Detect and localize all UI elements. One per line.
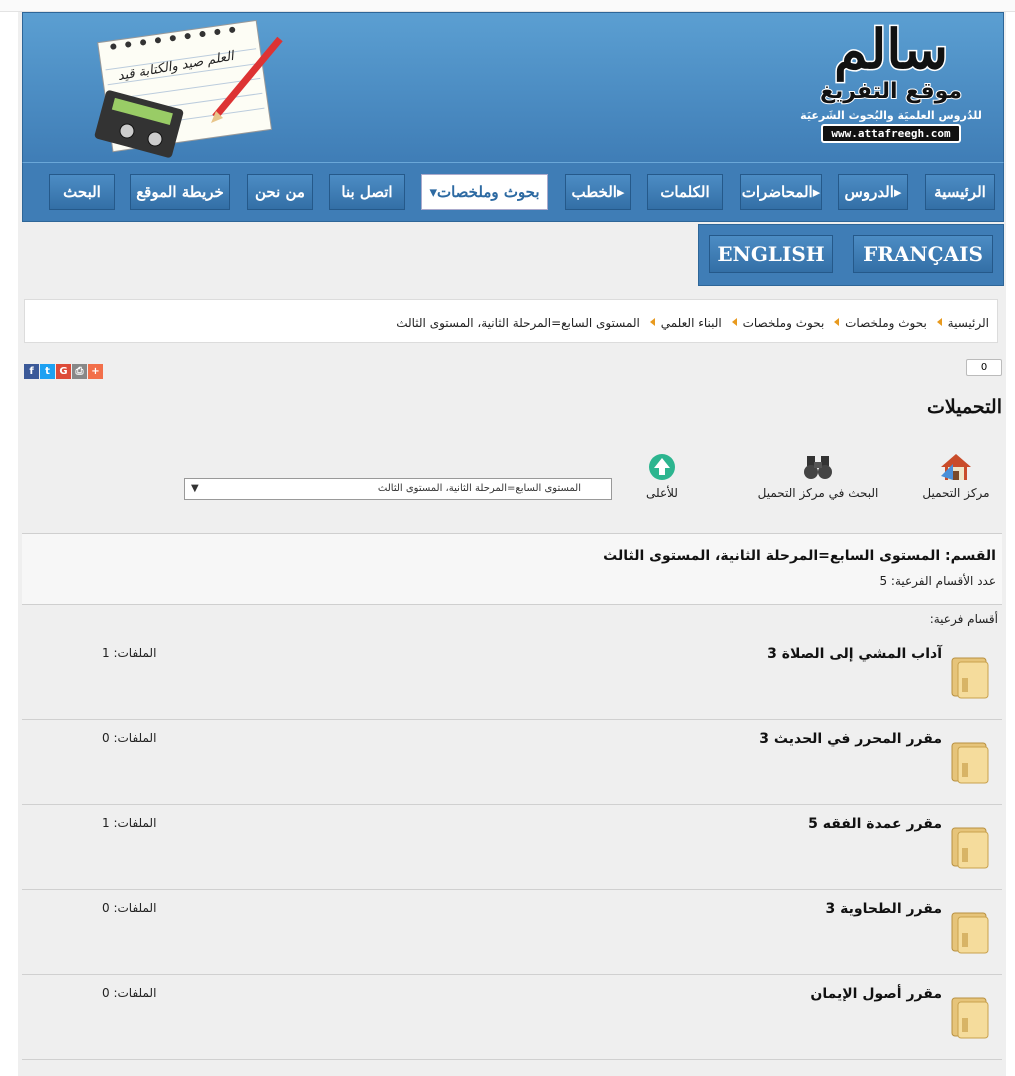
notepad-illustration: العلم صيد والكتابة قيد: [85, 19, 285, 159]
add-share-icon[interactable]: +: [88, 364, 103, 379]
browser-top-strip: [0, 0, 1015, 12]
back-to-top-link[interactable]: للأعلى: [632, 452, 692, 500]
folder-icon: [948, 737, 992, 785]
nav-home[interactable]: الرئيسية: [925, 174, 995, 210]
subsections-label: أقسام فرعية:: [929, 612, 998, 626]
list-item[interactable]: مقرر الطحاوية 3 الملفات: 0: [22, 889, 1002, 975]
page-title: التحميلات: [926, 396, 1002, 418]
nav-words[interactable]: الكلمات: [647, 174, 723, 210]
twitter-icon[interactable]: t: [40, 364, 55, 379]
print-icon[interactable]: ⎙: [72, 364, 87, 379]
site-logo[interactable]: سالم موقع التفريغ للدُروس العلميَة والبُ…: [783, 17, 999, 161]
breadcrumb-home[interactable]: الرئيسية: [948, 316, 989, 330]
logo-title: موقع التفريغ: [819, 78, 963, 105]
page-container: العلم صيد والكتابة قيد سالم موقع التفريغ…: [18, 12, 1006, 1076]
folder-icon: [948, 992, 992, 1040]
share-counter: 0: [966, 359, 1002, 376]
binoculars-icon: [748, 452, 888, 486]
subsection-name[interactable]: مقرر عمدة الفقه 5: [808, 816, 942, 832]
nav-sitemap[interactable]: خريطة الموقع: [130, 174, 230, 210]
files-count: الملفات: 0: [102, 731, 157, 745]
breadcrumb-separator-icon: [936, 318, 942, 326]
subsection-count: عدد الأقسام الفرعية: 5: [879, 574, 996, 588]
breadcrumb-separator-icon: [649, 318, 655, 326]
lang-french[interactable]: FRANÇAIS: [853, 235, 993, 273]
breadcrumb-current: المستوى السابع=المرحلة الثانية، المستوى …: [396, 316, 640, 330]
search-center-link[interactable]: البحث في مركز التحميل: [748, 452, 888, 500]
category-name: القسم: المستوى السابع=المرحلة الثانية، ا…: [603, 548, 996, 564]
lang-english[interactable]: ENGLISH: [709, 235, 833, 273]
breadcrumb: الرئيسية بحوث وملخصات بحوث وملخصات البنا…: [24, 299, 998, 343]
list-item[interactable]: مقرر عمدة الفقه 5 الملفات: 1: [22, 804, 1002, 890]
files-count: الملفات: 1: [102, 646, 157, 660]
arrow-up-icon: [632, 452, 692, 486]
nav-research[interactable]: بحوث وملخصات▾: [421, 174, 548, 210]
logo-tagline: للدُروس العلميَة والبُحوث الشَرعيَة: [800, 109, 982, 122]
folder-icon: [948, 652, 992, 700]
files-count: الملفات: 1: [102, 816, 157, 830]
files-count: الملفات: 0: [102, 986, 157, 1000]
breadcrumb-separator-icon: [834, 318, 840, 326]
dropdown-arrow-icon: ▼: [191, 483, 199, 494]
facebook-icon[interactable]: f: [24, 364, 39, 379]
logo-wordmark: سالم: [832, 17, 949, 81]
files-count: الملفات: 0: [102, 901, 157, 915]
breadcrumb-scientific[interactable]: البناء العلمي: [661, 316, 722, 330]
nav-sermons[interactable]: ▸الخطب: [565, 174, 631, 210]
subsection-name[interactable]: مقرر الطحاوية 3: [826, 901, 943, 917]
nav-search[interactable]: البحث: [49, 174, 115, 210]
breadcrumb-research-2[interactable]: بحوث وملخصات: [743, 316, 825, 330]
language-bar: FRANÇAIS ENGLISH: [698, 224, 1004, 286]
main-nav: الرئيسية ▸الدروس ▸المحاضرات الكلمات ▸الخ…: [22, 162, 1004, 222]
nav-lectures[interactable]: ▸المحاضرات: [740, 174, 822, 210]
list-item[interactable]: مقرر المحرر في الحديث 3 الملفات: 0: [22, 719, 1002, 805]
google-plus-icon[interactable]: G: [56, 364, 71, 379]
folder-icon: [948, 907, 992, 955]
share-buttons: f t G ⎙ +: [24, 359, 104, 379]
breadcrumb-research[interactable]: بحوث وملخصات: [845, 316, 927, 330]
home-icon: [914, 452, 998, 486]
subsection-name[interactable]: مقرر المحرر في الحديث 3: [759, 731, 942, 747]
category-select-value: المستوى السابع=المرحلة الثانية، المستوى …: [377, 483, 581, 494]
logo-url: www.attafreegh.com: [821, 124, 961, 143]
upload-center-link[interactable]: مركز التحميل: [914, 452, 998, 500]
folder-icon: [948, 822, 992, 870]
nav-lessons[interactable]: ▸الدروس: [838, 174, 908, 210]
nav-about[interactable]: من نحن: [247, 174, 313, 210]
subsection-name[interactable]: آداب المشي إلى الصلاة 3: [767, 646, 942, 662]
subsection-name[interactable]: مقرر أصول الإيمان: [810, 986, 942, 1002]
list-item[interactable]: آداب المشي إلى الصلاة 3 الملفات: 1: [22, 634, 1002, 720]
category-select[interactable]: المستوى السابع=المرحلة الثانية، المستوى …: [184, 478, 612, 500]
category-info: القسم: المستوى السابع=المرحلة الثانية، ا…: [22, 533, 1002, 605]
site-header: العلم صيد والكتابة قيد سالم موقع التفريغ…: [22, 12, 1004, 164]
breadcrumb-separator-icon: [731, 318, 737, 326]
list-item[interactable]: مقرر أصول الإيمان الملفات: 0: [22, 974, 1002, 1060]
nav-contact[interactable]: اتصل بنا: [329, 174, 405, 210]
